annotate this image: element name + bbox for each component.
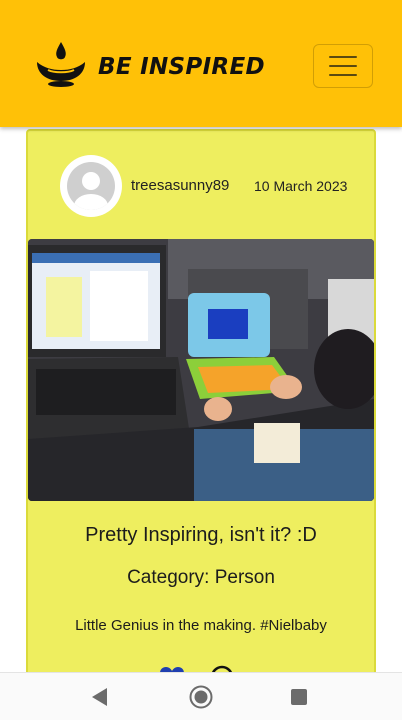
menu-line bbox=[329, 56, 357, 58]
default-avatar-icon[interactable] bbox=[60, 155, 122, 217]
system-navigation-bar bbox=[0, 672, 402, 720]
home-circle-icon[interactable] bbox=[189, 685, 213, 714]
back-triangle-icon[interactable] bbox=[92, 688, 108, 711]
post-photo[interactable] bbox=[28, 239, 374, 501]
brand-title: BE INSPIRED bbox=[98, 53, 265, 80]
top-navbar: BE INSPIRED bbox=[0, 0, 402, 127]
menu-line bbox=[329, 65, 357, 67]
post-author[interactable]: treesasunny89 bbox=[131, 177, 229, 194]
diya-lamp-icon bbox=[34, 40, 88, 93]
post-category: Category: Person bbox=[127, 567, 275, 588]
menu-line bbox=[329, 74, 357, 76]
brand[interactable]: BE INSPIRED bbox=[34, 40, 265, 93]
hamburger-menu-button[interactable] bbox=[313, 44, 373, 88]
post-card: treesasunny89 10 March 2023 Pretty Inspi… bbox=[26, 129, 376, 690]
post-date: 10 March 2023 bbox=[254, 178, 348, 194]
post-description: Little Genius in the making. #Nielbaby bbox=[75, 617, 327, 634]
recent-apps-square-icon[interactable] bbox=[291, 689, 307, 705]
post-title: Pretty Inspiring, isn't it? :D bbox=[85, 524, 317, 546]
